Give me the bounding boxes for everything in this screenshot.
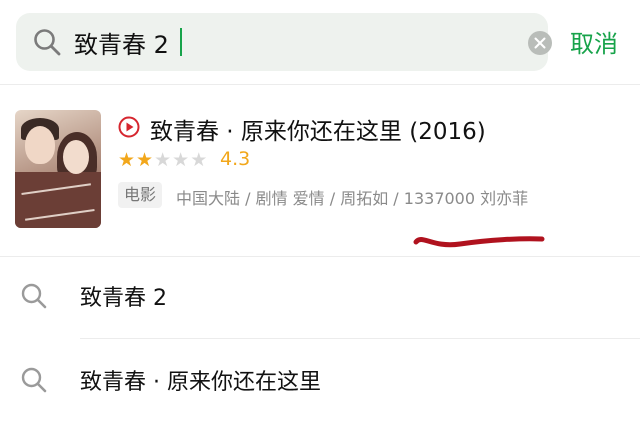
text-caret bbox=[180, 28, 182, 56]
star-empty-icon: ★ bbox=[190, 149, 208, 171]
movie-meta: 中国大陆 / 剧情 爱情 / 周拓如 / 1337000 刘亦菲 bbox=[176, 189, 529, 208]
divider bbox=[0, 256, 640, 257]
search-icon bbox=[34, 29, 61, 56]
star-empty-icon: ★ bbox=[154, 149, 172, 171]
divider bbox=[80, 338, 640, 339]
red-annotation-stroke bbox=[413, 236, 545, 248]
clear-search-button[interactable] bbox=[528, 31, 552, 55]
cancel-button[interactable]: 取消 bbox=[570, 24, 618, 59]
star-filled-icon: ★ bbox=[136, 149, 154, 171]
suggestion-item[interactable]: 致青春 2 bbox=[0, 258, 640, 338]
star-empty-icon: ★ bbox=[172, 149, 190, 171]
search-icon bbox=[21, 283, 47, 309]
close-icon bbox=[534, 37, 546, 49]
star-filled-icon: ★ bbox=[118, 149, 136, 171]
rating-score: 4.3 bbox=[220, 148, 251, 170]
suggestion-label: 致青春 2 bbox=[80, 286, 167, 311]
movie-title: 致青春 · 原来你还在这里 (2016) bbox=[150, 119, 486, 145]
search-bar: 取消 bbox=[0, 0, 640, 84]
play-icon bbox=[118, 116, 140, 138]
divider bbox=[0, 84, 640, 85]
suggestion-label: 致青春 · 原来你还在这里 bbox=[80, 370, 321, 395]
search-icon bbox=[21, 367, 47, 393]
search-box[interactable] bbox=[16, 13, 552, 71]
type-badge: 电影 bbox=[118, 182, 163, 208]
movie-poster bbox=[15, 110, 101, 228]
suggestion-item[interactable]: 致青春 · 原来你还在这里 bbox=[0, 342, 640, 422]
search-input[interactable] bbox=[74, 22, 494, 62]
star-rating: ★ ★ ★ ★ ★ bbox=[118, 150, 207, 170]
